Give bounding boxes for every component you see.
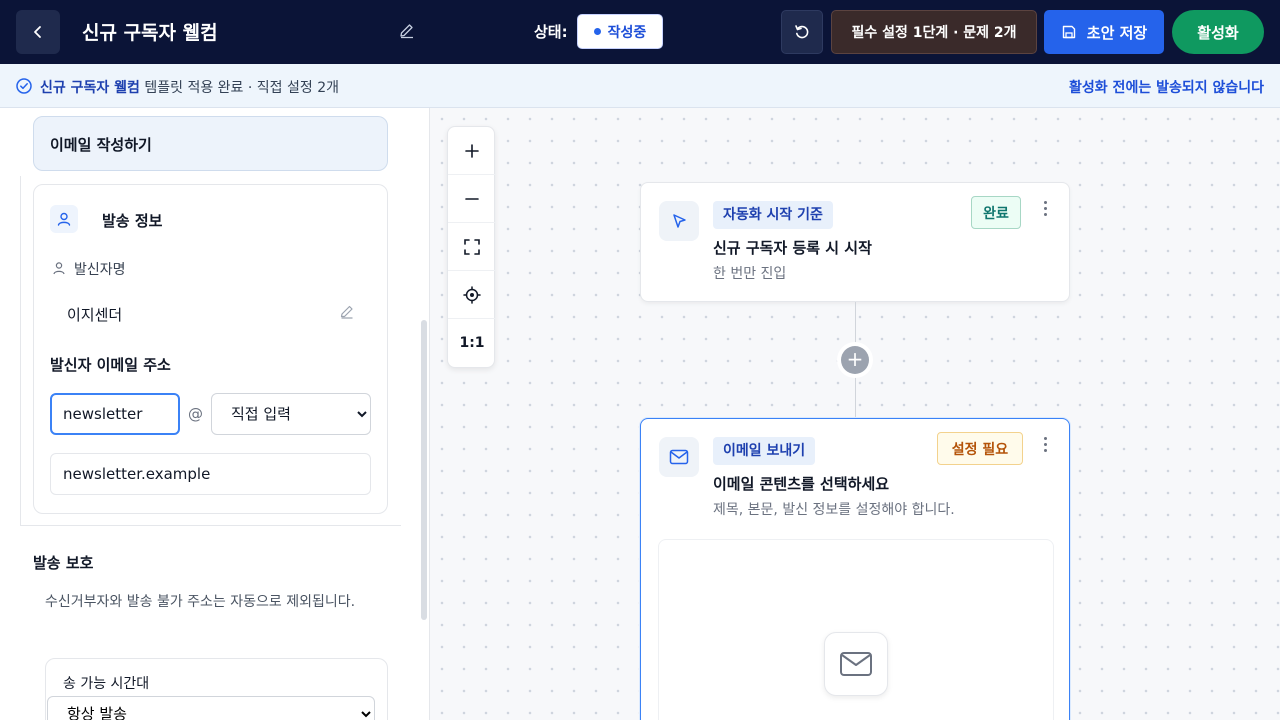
settings-panel: 이메일 작성하기 발송 정보 발신자명 이지센더 발신자 이메일 주소 news…	[0, 108, 430, 720]
sender-email-label: 발신자 이메일 주소	[50, 356, 171, 374]
cursor-icon	[659, 201, 699, 241]
status-badge-complete: 완료	[971, 196, 1021, 229]
plus-icon	[465, 143, 479, 158]
top-bar: 신규 구독자 웰컴 상태: 작성중 필수 설정 1단계 · 문제 2개 초안 저…	[0, 0, 1280, 64]
fullscreen-icon	[464, 238, 480, 255]
save-draft-label: 초안 저장	[1086, 23, 1148, 42]
email-node-tag: 이메일 보내기	[713, 437, 816, 465]
panel-scrollbar[interactable]	[421, 320, 427, 620]
sending-info-title: 발송 정보	[102, 212, 163, 230]
status-label: 상태:	[534, 23, 568, 41]
email-preview[interactable]	[658, 539, 1054, 720]
minus-icon	[465, 197, 479, 200]
domain-select[interactable]: 직접 입력	[211, 393, 371, 435]
sender-name-label: 발신자명	[74, 262, 126, 278]
zoom-toolbar: 1:1	[447, 126, 496, 368]
send-protection-title: 발송 보호	[33, 554, 94, 572]
domain-input[interactable]: newsletter.example	[50, 453, 371, 495]
center-view-button[interactable]	[448, 271, 496, 319]
trigger-node-tag: 자동화 시작 기준	[713, 201, 833, 229]
trigger-node[interactable]: 자동화 시작 기준 신규 구독자 등록 시 시작 한 번만 진입 완료	[640, 182, 1070, 302]
envelope-icon	[824, 632, 888, 696]
person-icon	[53, 262, 65, 275]
sending-info-card: 발송 정보 발신자명 이지센더 발신자 이메일 주소 newsletter @ …	[33, 184, 388, 514]
workflow-canvas[interactable]: 1:1 자동화 시작 기준 신규 구독자 등록 시 시작 한 번만 진입 완료 …	[431, 108, 1280, 720]
email-node-subtitle: 제목, 본문, 발신 정보를 설정해야 합니다.	[713, 502, 955, 518]
notice-template-name: 신규 구독자 웰컴	[40, 80, 140, 96]
crosshair-icon	[463, 285, 481, 304]
send-protection-description: 수신거부자와 발송 불가 주소는 자동으로 제외됩니다.	[45, 594, 356, 610]
status-dot-icon	[593, 28, 601, 35]
zoom-in-button[interactable]	[448, 127, 496, 175]
send-window-select[interactable]: 항상 발송	[47, 696, 375, 720]
trigger-node-title: 신규 구독자 등록 시 시작	[713, 239, 872, 257]
fit-screen-button[interactable]	[448, 223, 496, 271]
refresh-icon	[795, 25, 809, 39]
required-issues-button[interactable]: 필수 설정 1단계 · 문제 2개	[831, 10, 1037, 54]
mail-icon	[659, 437, 699, 477]
notice-detail: 템플릿 적용 완료 · 직접 설정 2개	[139, 80, 339, 96]
page-title: 신규 구독자 웰컴	[82, 22, 218, 44]
back-button[interactable]	[16, 10, 60, 54]
check-circle-icon	[16, 78, 32, 94]
save-icon	[1062, 25, 1075, 39]
add-step-button[interactable]: +	[841, 346, 869, 374]
template-notice-bar: 신규 구독자 웰컴 템플릿 적용 완료 · 직접 설정 2개 활성화 전에는 발…	[0, 64, 1280, 108]
status-value: 작성중	[607, 24, 647, 41]
notice-activation-warning: 활성화 전에는 발송되지 않습니다	[1069, 80, 1264, 96]
sender-name-value[interactable]: 이지센더	[67, 304, 122, 325]
notice-message: 신규 구독자 웰컴 템플릿 적용 완료 · 직접 설정 2개	[40, 77, 339, 97]
send-email-node[interactable]: 이메일 보내기 이메일 콘텐츠를 선택하세요 제목, 본문, 발신 정보를 설정…	[640, 418, 1070, 720]
save-draft-button[interactable]: 초안 저장	[1044, 10, 1164, 54]
actual-size-button[interactable]: 1:1	[448, 319, 496, 367]
send-window-card: 송 가능 시간대 항상 발송	[45, 658, 388, 720]
edit-title-icon[interactable]	[398, 22, 418, 42]
zoom-out-button[interactable]	[448, 175, 496, 223]
activate-button[interactable]: 활성화	[1172, 10, 1264, 54]
email-local-input[interactable]: newsletter	[50, 393, 180, 435]
status-badge[interactable]: 작성중	[577, 14, 663, 49]
undo-button[interactable]	[781, 10, 823, 54]
status-badge-setup-required[interactable]: 설정 필요	[937, 432, 1023, 465]
compose-email-title: 이메일 작성하기	[50, 136, 152, 154]
send-window-label: 송 가능 시간대	[63, 676, 150, 692]
user-icon	[50, 205, 78, 233]
edit-sender-icon[interactable]	[339, 304, 355, 320]
chevron-left-icon	[34, 26, 41, 38]
email-node-title: 이메일 콘텐츠를 선택하세요	[713, 475, 890, 493]
more-options-icon[interactable]	[1037, 433, 1053, 455]
compose-email-card[interactable]: 이메일 작성하기	[33, 116, 388, 171]
trigger-node-subtitle: 한 번만 진입	[713, 266, 787, 282]
at-sign: @	[188, 405, 203, 423]
more-options-icon[interactable]	[1037, 197, 1053, 219]
